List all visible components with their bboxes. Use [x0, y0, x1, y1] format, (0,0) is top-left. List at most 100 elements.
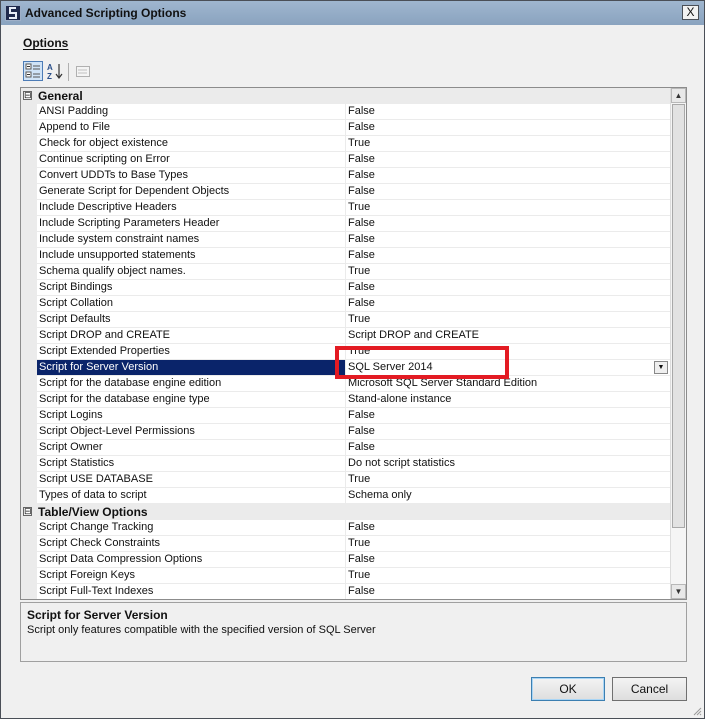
property-row[interactable]: Append to File False — [21, 120, 672, 136]
property-name[interactable]: Script DROP and CREATE — [37, 328, 345, 344]
categorized-button[interactable] — [23, 61, 43, 81]
property-name[interactable]: Include Scripting Parameters Header — [37, 216, 345, 232]
property-row[interactable]: Types of data to script Schema only — [21, 488, 672, 504]
vertical-scrollbar[interactable]: ▲ ▼ — [670, 88, 686, 599]
property-value[interactable]: False — [346, 104, 672, 120]
property-row[interactable]: Include unsupported statements False — [21, 248, 672, 264]
property-row[interactable]: Script Statistics Do not script statistic… — [21, 456, 672, 472]
property-value[interactable]: False — [346, 120, 672, 136]
scroll-down-arrow-icon[interactable]: ▼ — [671, 584, 686, 599]
cancel-button[interactable]: Cancel — [612, 677, 687, 701]
collapse-toggle-icon[interactable]: ⊟ — [23, 91, 32, 100]
property-row[interactable]: Script Full-Text Indexes False — [21, 584, 672, 599]
alphabetical-button[interactable]: A Z — [45, 61, 65, 81]
scroll-up-arrow-icon[interactable]: ▲ — [671, 88, 686, 103]
category-row[interactable]: ⊟ Table/View Options — [21, 504, 670, 520]
property-value[interactable]: False — [346, 552, 672, 568]
property-value[interactable]: False — [346, 168, 672, 184]
title-bar[interactable]: Advanced Scripting Options X — [1, 1, 704, 25]
scrollbar-thumb[interactable] — [672, 104, 685, 528]
property-value[interactable]: False — [346, 232, 672, 248]
property-name[interactable]: Script Logins — [37, 408, 345, 424]
property-value[interactable]: True — [346, 136, 672, 152]
property-value[interactable]: True — [346, 568, 672, 584]
property-name[interactable]: Append to File — [37, 120, 345, 136]
property-value[interactable]: True — [346, 200, 672, 216]
property-value[interactable]: False — [346, 584, 672, 599]
ok-button[interactable]: OK — [531, 677, 605, 701]
dropdown-arrow-icon[interactable]: ▼ — [654, 361, 668, 374]
property-name[interactable]: Script Collation — [37, 296, 345, 312]
property-name[interactable]: Continue scripting on Error — [37, 152, 345, 168]
property-row[interactable]: Continue scripting on Error False — [21, 152, 672, 168]
property-name[interactable]: Script for Server Version — [37, 360, 345, 376]
property-row[interactable]: Check for object existence True — [21, 136, 672, 152]
property-name[interactable]: Script Bindings — [37, 280, 345, 296]
property-row[interactable]: Script Foreign Keys True — [21, 568, 672, 584]
property-value[interactable]: False — [346, 152, 672, 168]
property-row[interactable]: Script for the database engine type Stand… — [21, 392, 672, 408]
property-name[interactable]: Script Check Constraints — [37, 536, 345, 552]
property-name[interactable]: Script Object-Level Permissions — [37, 424, 345, 440]
property-row[interactable]: Include Descriptive Headers True — [21, 200, 672, 216]
property-row[interactable]: Script Check Constraints True — [21, 536, 672, 552]
property-row[interactable]: ANSI Padding False — [21, 104, 672, 120]
property-row[interactable]: Script Collation False — [21, 296, 672, 312]
property-name[interactable]: Script Change Tracking — [37, 520, 345, 536]
property-name[interactable]: Script Full-Text Indexes — [37, 584, 345, 599]
collapse-toggle-icon[interactable]: ⊟ — [23, 507, 32, 516]
property-value[interactable]: False — [346, 424, 672, 440]
property-name[interactable]: Script Data Compression Options — [37, 552, 345, 568]
property-row[interactable]: Script Owner False — [21, 440, 672, 456]
property-value[interactable]: False — [346, 440, 672, 456]
property-row[interactable]: Script USE DATABASE True — [21, 472, 672, 488]
property-row[interactable]: Include system constraint names False — [21, 232, 672, 248]
property-name[interactable]: Convert UDDTs to Base Types — [37, 168, 345, 184]
resize-grip-icon[interactable] — [692, 706, 702, 716]
property-row[interactable]: Script Bindings False — [21, 280, 672, 296]
property-value[interactable]: Stand-alone instance — [346, 392, 672, 408]
property-value[interactable]: Do not script statistics — [346, 456, 672, 472]
property-value[interactable]: False — [346, 184, 672, 200]
property-name[interactable]: Script Defaults — [37, 312, 345, 328]
property-value[interactable]: False — [346, 520, 672, 536]
property-value[interactable]: True — [346, 312, 672, 328]
property-row[interactable]: Script Object-Level Permissions False — [21, 424, 672, 440]
property-row[interactable]: Include Scripting Parameters Header False — [21, 216, 672, 232]
property-name[interactable]: Script Statistics — [37, 456, 345, 472]
property-row[interactable]: Script Logins False — [21, 408, 672, 424]
property-value[interactable]: False — [346, 248, 672, 264]
property-row[interactable]: Generate Script for Dependent Objects Fal… — [21, 184, 672, 200]
property-name[interactable]: Script USE DATABASE — [37, 472, 345, 488]
property-name[interactable]: Check for object existence — [37, 136, 345, 152]
property-value[interactable]: True — [346, 536, 672, 552]
property-name[interactable]: Script for the database engine type — [37, 392, 345, 408]
property-row[interactable]: Script Data Compression Options False — [21, 552, 672, 568]
property-name[interactable]: Script Owner — [37, 440, 345, 456]
property-name[interactable]: ANSI Padding — [37, 104, 345, 120]
property-value[interactable]: False — [346, 280, 672, 296]
property-name[interactable]: Schema qualify object names. — [37, 264, 345, 280]
property-value[interactable]: Schema only — [346, 488, 672, 504]
property-pages-button[interactable] — [73, 61, 93, 81]
close-button[interactable]: X — [682, 5, 699, 20]
property-row[interactable]: Script Defaults True — [21, 312, 672, 328]
property-name[interactable]: Include Descriptive Headers — [37, 200, 345, 216]
property-row[interactable]: Script DROP and CREATE Script DROP and CR… — [21, 328, 672, 344]
property-value[interactable]: False — [346, 216, 672, 232]
property-name[interactable]: Include unsupported statements — [37, 248, 345, 264]
category-row[interactable]: ⊟ General — [21, 88, 670, 104]
property-value[interactable]: True — [346, 472, 672, 488]
property-name[interactable]: Script for the database engine edition — [37, 376, 345, 392]
property-value[interactable]: False — [346, 296, 672, 312]
property-value[interactable]: True — [346, 264, 672, 280]
property-value[interactable]: Script DROP and CREATE — [346, 328, 672, 344]
property-row[interactable]: Script Change Tracking False — [21, 520, 672, 536]
property-name[interactable]: Script Foreign Keys — [37, 568, 345, 584]
property-row[interactable]: Convert UDDTs to Base Types False — [21, 168, 672, 184]
property-name[interactable]: Include system constraint names — [37, 232, 345, 248]
property-name[interactable]: Generate Script for Dependent Objects — [37, 184, 345, 200]
property-name[interactable]: Script Extended Properties — [37, 344, 345, 360]
property-row[interactable]: Schema qualify object names. True — [21, 264, 672, 280]
property-value[interactable]: False — [346, 408, 672, 424]
